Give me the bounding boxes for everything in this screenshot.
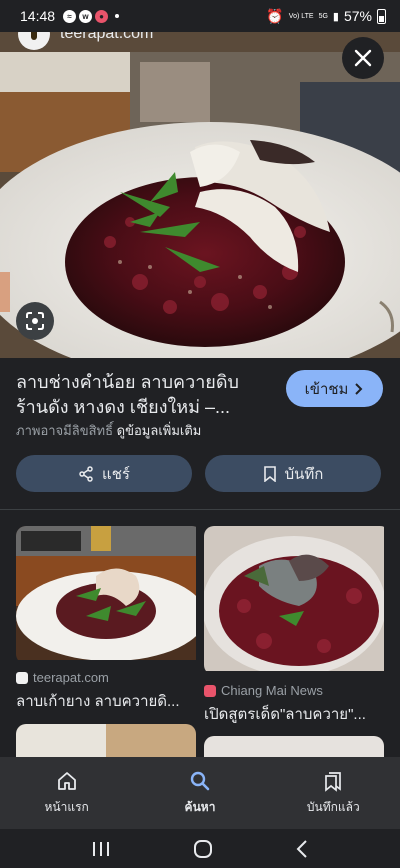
source-favicon-icon <box>16 671 28 684</box>
status-bar: 14:48 ≈ w ● ⏰ Vo) LTE 5G ▮ 57% <box>0 0 400 32</box>
signal-icon: ▮ <box>332 10 339 23</box>
nav-search-label: ค้นหา <box>184 799 216 814</box>
related-card[interactable]: teerapat.com ลาบเก้ายาง ลาบควายดิ... <box>16 526 202 713</box>
nav-saved[interactable]: บันทึกแล้ว <box>267 757 400 829</box>
hero-image[interactable] <box>0 32 400 358</box>
share-label: แชร์ <box>102 465 130 483</box>
visit-button[interactable]: เข้าชม <box>286 370 383 407</box>
system-navigation <box>0 829 400 868</box>
share-button[interactable]: แชร์ <box>16 455 192 492</box>
close-icon <box>354 49 372 67</box>
alarm-icon: ⏰ <box>266 7 284 24</box>
network-type: 5G <box>318 12 328 20</box>
notification-icons: ≈ w ● <box>63 9 120 23</box>
home-icon <box>57 771 76 790</box>
back-icon[interactable] <box>295 839 309 859</box>
app-notification-icon: ● <box>95 9 109 23</box>
related-thumbnail[interactable] <box>16 526 202 664</box>
messenger-icon: ≈ <box>63 9 77 23</box>
save-button[interactable]: บันทึก <box>205 455 381 492</box>
nav-saved-label: บันทึกแล้ว <box>306 799 360 814</box>
status-right: ⏰ Vo) LTE 5G ▮ 57% <box>266 8 386 25</box>
section-divider <box>0 509 400 510</box>
source-favicon-icon <box>204 684 216 697</box>
related-source-name: teerapat.com <box>33 670 109 685</box>
recent-apps-icon[interactable] <box>91 841 111 857</box>
nav-search[interactable]: ค้นหา <box>133 757 266 829</box>
related-source-name: Chiang Mai News <box>221 683 323 698</box>
nav-home-label: หน้าแรก <box>44 799 89 814</box>
battery-percent: 57% <box>343 8 372 24</box>
bottom-navigation: หน้าแรก ค้นหา บันทึกแล้ว <box>0 757 400 829</box>
copyright-notice: ภาพอาจมีลิขสิทธิ์ <box>16 423 114 438</box>
status-time: 14:48 <box>20 8 56 24</box>
share-icon <box>79 465 93 482</box>
visit-label: เข้าชม <box>304 380 349 398</box>
save-label: บันทึก <box>284 465 324 483</box>
bookmark-icon <box>263 465 276 482</box>
battery-icon <box>377 8 386 24</box>
related-card[interactable]: Chiang Mai News เปิดสูตรเด็ด"ลาบควาย"... <box>204 526 390 726</box>
related-title[interactable]: เปิดสูตรเด็ด"ลาบควาย"... <box>204 702 390 726</box>
search-icon <box>190 771 210 790</box>
home-circle-icon[interactable] <box>193 839 213 859</box>
lens-icon <box>26 312 44 330</box>
related-image <box>204 526 386 675</box>
more-notifications-dot <box>115 14 120 18</box>
close-button[interactable] <box>342 37 384 79</box>
related-source: Chiang Mai News <box>204 683 390 698</box>
copyright-line: ภาพอาจมีลิขสิทธิ์ ดูข้อมูลเพิ่มเติม <box>16 420 201 441</box>
result-title[interactable]: ลาบช่างคำน้อย ลาบควายดิบร้านดัง หางดง เช… <box>16 370 271 420</box>
related-title[interactable]: ลาบเก้ายาง ลาบควายดิ... <box>16 689 202 713</box>
hero-food-photo <box>0 32 400 358</box>
nav-home[interactable]: หน้าแรก <box>0 757 133 829</box>
related-image <box>16 526 202 661</box>
more-info-link[interactable]: ดูข้อมูลเพิ่มเติม <box>117 423 202 438</box>
chevron-right-icon <box>355 382 363 395</box>
saved-collections-icon <box>325 771 342 792</box>
related-source: teerapat.com <box>16 670 202 685</box>
lens-search-button[interactable] <box>16 302 54 340</box>
volte-label: Vo) LTE <box>288 12 314 20</box>
related-thumbnail[interactable] <box>204 526 390 675</box>
w-app-icon: w <box>79 9 93 23</box>
